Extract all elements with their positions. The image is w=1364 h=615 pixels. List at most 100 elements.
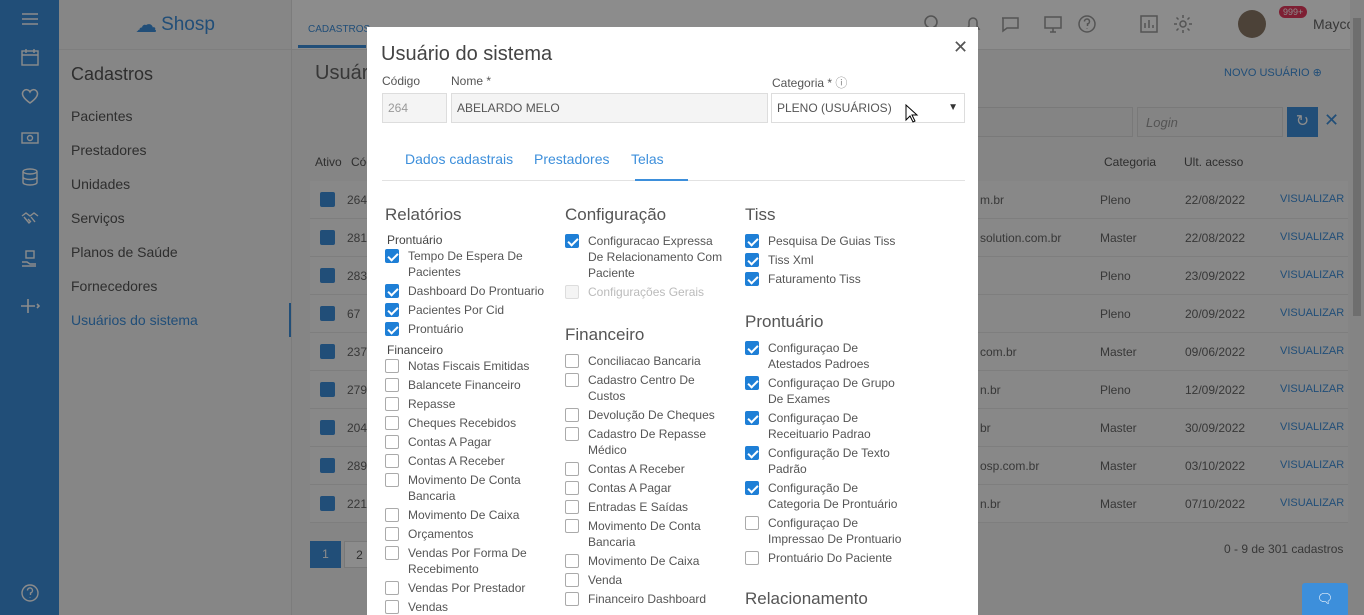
unchecked-checkbox[interactable] bbox=[385, 473, 399, 487]
permission-checkbox-item[interactable]: Configuraçao De Grupo De Exames bbox=[745, 375, 905, 407]
help-circle-icon[interactable]: ⓘ bbox=[835, 76, 847, 90]
permission-checkbox-item[interactable]: Devolução De Cheques bbox=[565, 407, 725, 423]
unchecked-checkbox[interactable] bbox=[565, 554, 579, 568]
permission-checkbox-item[interactable]: Prontuário bbox=[385, 321, 555, 337]
unchecked-checkbox[interactable] bbox=[385, 397, 399, 411]
checked-checkbox[interactable] bbox=[565, 234, 579, 248]
unchecked-checkbox[interactable] bbox=[745, 551, 759, 565]
permission-checkbox-item[interactable]: Configuração De Categoria De Prontuário bbox=[745, 480, 905, 512]
checked-checkbox[interactable] bbox=[385, 284, 399, 298]
checked-checkbox[interactable] bbox=[745, 341, 759, 355]
checked-checkbox[interactable] bbox=[745, 411, 759, 425]
permission-checkbox-item[interactable]: Movimento De Conta Bancaria bbox=[565, 518, 725, 550]
modal-title: Usuário do sistema bbox=[381, 43, 553, 65]
permission-checkbox-item[interactable]: Pacientes Por Cid bbox=[385, 302, 555, 318]
permission-checkbox-item[interactable]: Venda bbox=[565, 572, 725, 588]
checked-checkbox[interactable] bbox=[745, 253, 759, 267]
permission-checkbox-item[interactable]: Configuracao Expressa De Relacionamento … bbox=[565, 233, 725, 281]
permission-checkbox-item[interactable]: Vendas Por Prestador bbox=[385, 580, 555, 596]
codigo-field: 264 bbox=[382, 93, 447, 123]
unchecked-checkbox[interactable] bbox=[565, 519, 579, 533]
checkbox-label: Configuraçao De Impressao De Prontuario bbox=[768, 516, 902, 546]
unchecked-checkbox[interactable] bbox=[565, 573, 579, 587]
tab-prestadores[interactable]: Prestadores bbox=[534, 151, 609, 167]
permission-checkbox-item[interactable]: Cadastro Centro De Custos bbox=[565, 372, 725, 404]
permission-checkbox-item[interactable]: Notas Fiscais Emitidas bbox=[385, 358, 555, 374]
checked-checkbox[interactable] bbox=[745, 376, 759, 390]
chevron-down-icon: ▼ bbox=[948, 102, 958, 113]
col-tiss: Tiss Pesquisa De Guias Tiss Tiss Xml Fatur… bbox=[745, 205, 905, 615]
permission-checkbox-item[interactable]: Dashboard Do Prontuario bbox=[385, 283, 555, 299]
unchecked-checkbox[interactable] bbox=[385, 546, 399, 560]
permission-checkbox-item[interactable]: Contas A Receber bbox=[565, 461, 725, 477]
unchecked-checkbox[interactable] bbox=[385, 508, 399, 522]
section-configuracao: Configuração bbox=[565, 205, 667, 224]
permission-checkbox-item[interactable]: Conciliacao Bancaria bbox=[565, 353, 725, 369]
unchecked-checkbox[interactable] bbox=[565, 462, 579, 476]
unchecked-checkbox[interactable] bbox=[385, 600, 399, 614]
unchecked-checkbox[interactable] bbox=[565, 427, 579, 441]
unchecked-checkbox[interactable] bbox=[385, 359, 399, 373]
chat-support-button[interactable]: 🗨 bbox=[1302, 583, 1348, 615]
permission-checkbox-item[interactable]: Configuraçao De Impressao De Prontuario bbox=[745, 515, 905, 547]
permission-checkbox-item[interactable]: Cadastro De Repasse Médico bbox=[565, 426, 725, 458]
section-financeiro: Financeiro bbox=[565, 325, 645, 344]
user-modal: Usuário do sistema ✕ Código Nome * Categ… bbox=[367, 27, 978, 615]
permission-checkbox-item[interactable]: Configuraçao De Atestados Padroes bbox=[745, 340, 905, 372]
unchecked-checkbox bbox=[565, 285, 579, 299]
permission-checkbox-item[interactable]: Tempo De Espera De Pacientes bbox=[385, 248, 555, 280]
checkbox-label: Venda bbox=[588, 573, 623, 587]
permission-checkbox-item[interactable]: Faturamento Tiss bbox=[745, 271, 905, 287]
permission-checkbox-item[interactable]: Contas A Pagar bbox=[565, 480, 725, 496]
permission-checkbox-item[interactable]: Financeiro Dashboard bbox=[565, 591, 725, 607]
checked-checkbox[interactable] bbox=[385, 322, 399, 336]
unchecked-checkbox[interactable] bbox=[565, 408, 579, 422]
permission-checkbox-item[interactable]: Movimento De Caixa bbox=[385, 507, 555, 523]
unchecked-checkbox[interactable] bbox=[385, 454, 399, 468]
permission-checkbox-item[interactable]: Orçamentos bbox=[385, 526, 555, 542]
checked-checkbox[interactable] bbox=[745, 481, 759, 495]
unchecked-checkbox[interactable] bbox=[565, 500, 579, 514]
unchecked-checkbox[interactable] bbox=[745, 516, 759, 530]
permission-checkbox-item[interactable]: Tiss Xml bbox=[745, 252, 905, 268]
tab-dados-cadastrais[interactable]: Dados cadastrais bbox=[405, 151, 513, 167]
permission-checkbox-item[interactable]: Configuração De Texto Padrão bbox=[745, 445, 905, 477]
permission-checkbox-item[interactable]: Pesquisa De Guias Tiss bbox=[745, 233, 905, 249]
unchecked-checkbox[interactable] bbox=[385, 378, 399, 392]
checked-checkbox[interactable] bbox=[745, 234, 759, 248]
unchecked-checkbox[interactable] bbox=[385, 581, 399, 595]
checkbox-label: Movimento De Caixa bbox=[588, 554, 700, 568]
permission-checkbox-item[interactable]: Configuraçao De Receituario Padrao bbox=[745, 410, 905, 442]
unchecked-checkbox[interactable] bbox=[565, 481, 579, 495]
close-icon[interactable]: ✕ bbox=[953, 37, 968, 58]
unchecked-checkbox[interactable] bbox=[385, 416, 399, 430]
unchecked-checkbox[interactable] bbox=[565, 373, 579, 387]
unchecked-checkbox[interactable] bbox=[565, 354, 579, 368]
categoria-select[interactable]: PLENO (USUÁRIOS) ▼ bbox=[771, 93, 965, 123]
permission-checkbox-item[interactable]: Movimento De Caixa bbox=[565, 553, 725, 569]
nome-field[interactable]: ABELARDO MELO bbox=[451, 93, 768, 123]
permission-checkbox-item[interactable]: Contas A Receber bbox=[385, 453, 555, 469]
tab-telas[interactable]: Telas bbox=[631, 151, 664, 167]
checked-checkbox[interactable] bbox=[385, 249, 399, 263]
unchecked-checkbox[interactable] bbox=[385, 527, 399, 541]
unchecked-checkbox[interactable] bbox=[385, 435, 399, 449]
mouse-cursor-icon bbox=[905, 104, 919, 123]
permission-checkbox-item[interactable]: Vendas Por Forma De Recebimento bbox=[385, 545, 555, 577]
section-relatorios: Relatórios bbox=[385, 205, 462, 224]
checked-checkbox[interactable] bbox=[745, 272, 759, 286]
permission-checkbox-item[interactable]: Movimento De Conta Bancaria bbox=[385, 472, 555, 504]
checkbox-label: Contas A Receber bbox=[408, 454, 505, 468]
checked-checkbox[interactable] bbox=[385, 303, 399, 317]
permission-checkbox-item[interactable]: Contas A Pagar bbox=[385, 434, 555, 450]
permission-checkbox-item[interactable]: Cheques Recebidos bbox=[385, 415, 555, 431]
checkbox-label: Configuracao Expressa De Relacionamento … bbox=[588, 234, 723, 280]
unchecked-checkbox[interactable] bbox=[565, 592, 579, 606]
permission-checkbox-item[interactable]: Prontuário Do Paciente bbox=[745, 550, 905, 566]
permission-checkbox-item[interactable]: Repasse bbox=[385, 396, 555, 412]
permission-checkbox-item[interactable]: Entradas E Saídas bbox=[565, 499, 725, 515]
checkbox-label: Configurações Gerais bbox=[588, 285, 705, 299]
checked-checkbox[interactable] bbox=[745, 446, 759, 460]
permission-checkbox-item[interactable]: Vendas bbox=[385, 599, 555, 615]
permission-checkbox-item[interactable]: Balancete Financeiro bbox=[385, 377, 555, 393]
